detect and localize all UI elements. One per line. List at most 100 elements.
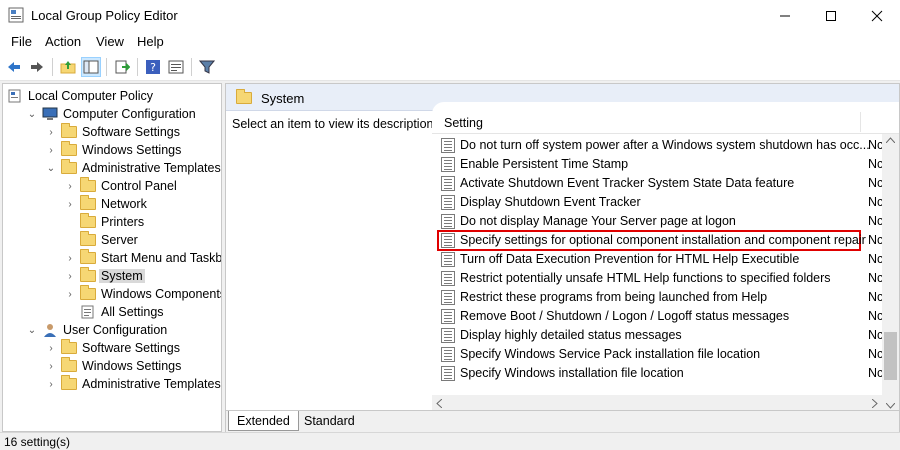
tree-item[interactable]: Server	[64, 231, 140, 249]
maximize-button[interactable]	[808, 0, 854, 31]
setting-name: Restrict potentially unsafe HTML Help fu…	[460, 271, 831, 285]
expand-chevron-icon[interactable]: ›	[64, 252, 76, 264]
settings-list: Setting Do not turn off system power aft…	[432, 102, 899, 412]
up-one-level-button[interactable]	[58, 57, 78, 77]
policy-setting-icon	[441, 328, 455, 343]
tree-item[interactable]: › Start Menu and Taskbar	[64, 249, 221, 267]
setting-row[interactable]: Do not display Manage Your Server page a…	[432, 212, 883, 231]
scroll-right-icon[interactable]	[872, 399, 878, 408]
forward-button[interactable]	[27, 57, 47, 77]
details-pane: System Select an item to view its descri…	[225, 83, 900, 432]
tree-item[interactable]: › Windows Settings	[45, 357, 183, 375]
tree-item[interactable]: › System	[64, 267, 145, 285]
setting-row[interactable]: Do not turn off system power after a Win…	[432, 136, 884, 155]
collapse-chevron-icon[interactable]: ⌄	[45, 162, 57, 174]
tree-item[interactable]: All Settings	[64, 303, 166, 321]
expand-chevron-icon[interactable]: ›	[64, 198, 76, 210]
tree-item[interactable]: ⌄ Administrative Templates	[45, 159, 221, 177]
expand-chevron-icon[interactable]: ›	[64, 288, 76, 300]
menu-action[interactable]: Action	[45, 34, 81, 49]
setting-row[interactable]: Restrict these programs from being launc…	[432, 288, 884, 307]
menu-view[interactable]: View	[96, 34, 124, 49]
setting-row[interactable]: Activate Shutdown Event Tracker System S…	[432, 174, 883, 193]
properties-button[interactable]	[166, 57, 186, 77]
tab-standard[interactable]: Standard	[296, 411, 363, 431]
setting-row[interactable]: Turn off Data Execution Prevention for H…	[432, 250, 884, 269]
show-hide-tree-button[interactable]	[81, 57, 101, 77]
expand-chevron-icon[interactable]: ›	[45, 342, 57, 354]
scroll-left-icon[interactable]	[436, 399, 442, 408]
setting-row[interactable]: Restrict potentially unsafe HTML Help fu…	[432, 269, 884, 288]
forward-arrow-icon	[31, 62, 43, 72]
tree-item[interactable]: › Software Settings	[45, 339, 182, 357]
close-icon	[871, 10, 883, 21]
tab-extended[interactable]: Extended	[228, 411, 299, 431]
policy-icon	[7, 89, 23, 103]
menu-help[interactable]: Help	[137, 34, 164, 49]
export-list-button[interactable]	[112, 57, 132, 77]
column-separator[interactable]	[860, 112, 861, 132]
folder-icon	[61, 357, 77, 373]
tree-item-label: Computer Configuration	[63, 107, 196, 121]
tree-item[interactable]: ⌄ Computer Configuration	[26, 105, 198, 123]
tree-item[interactable]: ⌄ User Configuration	[26, 321, 169, 339]
setting-row[interactable]: Specify Windows installation file locati…	[432, 364, 883, 383]
expand-chevron-icon[interactable]: ›	[64, 270, 76, 282]
setting-name: Specify settings for optional component …	[460, 233, 866, 247]
setting-state: Nc	[868, 271, 884, 285]
tree-item[interactable]: › Control Panel	[64, 177, 179, 195]
toolbar-separator	[106, 58, 107, 76]
tree-item[interactable]: › Windows Components	[64, 285, 221, 303]
setting-state: Nc	[868, 138, 884, 152]
back-button[interactable]	[4, 57, 24, 77]
scroll-up-icon[interactable]	[886, 137, 895, 143]
minimize-button[interactable]	[762, 0, 808, 31]
scroll-thumb[interactable]	[884, 332, 897, 380]
expand-chevron-icon[interactable]: ›	[45, 126, 57, 138]
tree-item[interactable]: Printers	[64, 213, 146, 231]
group-policy-icon	[8, 7, 24, 23]
filter-button[interactable]	[197, 57, 217, 77]
vertical-scrollbar[interactable]	[882, 134, 899, 412]
folder-icon	[80, 285, 96, 301]
policy-setting-icon	[441, 157, 455, 172]
setting-name: Do not turn off system power after a Win…	[460, 138, 870, 152]
column-setting-header[interactable]: Setting	[444, 116, 483, 130]
status-bar: 16 setting(s)	[0, 432, 900, 450]
setting-row[interactable]: Remove Boot / Shutdown / Logon / Logoff …	[432, 307, 883, 326]
collapse-chevron-icon[interactable]: ⌄	[26, 324, 38, 336]
setting-state: Nc	[868, 195, 884, 209]
tree-item-label: Server	[101, 233, 138, 247]
expand-chevron-icon[interactable]: ›	[45, 378, 57, 390]
tree-item[interactable]: › Windows Settings	[45, 141, 183, 159]
collapse-chevron-icon[interactable]: ⌄	[26, 108, 38, 120]
close-button[interactable]	[854, 0, 900, 31]
tree-item[interactable]: › Administrative Templates	[45, 375, 221, 393]
setting-row[interactable]: Specify settings for optional component …	[432, 230, 884, 251]
folder-icon	[61, 339, 77, 355]
policy-setting-icon	[441, 138, 455, 153]
tree-item[interactable]: › Network	[64, 195, 149, 213]
setting-state: Nc	[868, 233, 884, 247]
tree-item[interactable]: Local Computer Policy	[7, 87, 155, 105]
setting-row[interactable]: Enable Persistent Time Stamp Nc	[432, 155, 883, 174]
setting-state: Nc	[868, 252, 884, 266]
setting-state: Nc	[868, 290, 884, 304]
expand-chevron-icon[interactable]: ›	[45, 144, 57, 156]
expand-chevron-icon[interactable]: ›	[45, 360, 57, 372]
expand-chevron-icon[interactable]: ›	[64, 180, 76, 192]
setting-name: Specify Windows Service Pack installatio…	[460, 347, 761, 361]
setting-state: Nc	[868, 328, 884, 342]
setting-row[interactable]: Specify Windows Service Pack installatio…	[432, 345, 883, 364]
help-button[interactable]: ?	[143, 57, 163, 77]
setting-row[interactable]: Display Shutdown Event Tracker Nc	[432, 193, 884, 212]
folder-icon	[61, 375, 77, 391]
folder-icon	[80, 195, 96, 211]
setting-name: Specify Windows installation file locati…	[460, 366, 684, 380]
scroll-down-icon[interactable]	[886, 403, 895, 409]
setting-row[interactable]: Display highly detailed status messages N…	[432, 326, 884, 345]
menu-file[interactable]: File	[11, 34, 32, 49]
policy-setting-icon	[441, 290, 455, 305]
tree-item[interactable]: › Software Settings	[45, 123, 182, 141]
menu-bar: File Action View Help	[0, 31, 900, 53]
